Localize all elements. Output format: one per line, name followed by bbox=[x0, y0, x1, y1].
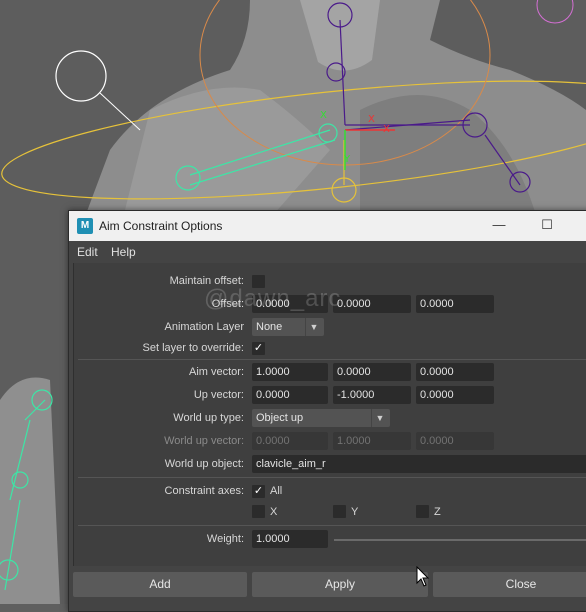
divider bbox=[78, 477, 586, 478]
offset-z-field[interactable]: 0.0000 bbox=[416, 295, 494, 313]
world-up-type-label: World up type: bbox=[173, 412, 244, 424]
maya-app-icon: M bbox=[77, 218, 93, 234]
constraint-axes-x-label: X bbox=[270, 506, 278, 518]
aim-vector-z-field[interactable]: 0.0000 bbox=[416, 363, 494, 381]
aim-vector-label: Aim vector: bbox=[188, 366, 244, 378]
world-up-vector-label: World up vector: bbox=[164, 435, 244, 447]
animation-layer-label: Animation Layer bbox=[164, 321, 245, 333]
world-up-type-dropdown[interactable]: Object up ▼ bbox=[252, 409, 390, 427]
chevron-down-icon: ▼ bbox=[371, 409, 388, 427]
up-vector-x-field[interactable]: 0.0000 bbox=[252, 386, 328, 404]
world-up-vector-x-field: 0.0000 bbox=[252, 432, 328, 450]
constraint-axes-all-checkbox[interactable]: ✓ bbox=[252, 485, 265, 498]
constraint-axes-all-label: All bbox=[270, 485, 283, 497]
animation-layer-value: None bbox=[256, 321, 283, 333]
weight-label: Weight: bbox=[206, 533, 244, 545]
aim-vector-y-field[interactable]: 0.0000 bbox=[333, 363, 411, 381]
set-layer-override-label: Set layer to override: bbox=[142, 342, 245, 354]
svg-text:X: X bbox=[368, 114, 375, 125]
constraint-axes-label: Constraint axes: bbox=[164, 485, 244, 497]
constraint-axes-z-label: Z bbox=[434, 506, 441, 518]
svg-text:Y: Y bbox=[343, 154, 351, 165]
constraint-axes-y-checkbox[interactable] bbox=[333, 505, 346, 518]
world-up-object-label: World up object: bbox=[164, 458, 244, 470]
svg-text:X: X bbox=[320, 110, 327, 121]
title-bar[interactable]: M Aim Constraint Options — ☐ bbox=[69, 211, 586, 241]
weight-slider-track[interactable] bbox=[334, 539, 586, 541]
weight-field[interactable]: 1.0000 bbox=[252, 530, 328, 548]
divider bbox=[78, 359, 586, 360]
up-vector-label: Up vector: bbox=[193, 389, 244, 401]
offset-y-field[interactable]: 0.0000 bbox=[333, 295, 411, 313]
add-button[interactable]: Add bbox=[73, 572, 247, 597]
options-panel: Maintain offset: Offset: 0.0000 0.0000 0… bbox=[73, 263, 586, 566]
constraint-axes-x-checkbox[interactable] bbox=[252, 505, 265, 518]
watermark-text: @dawn_arc bbox=[204, 285, 342, 312]
svg-text:X: X bbox=[383, 124, 390, 135]
aim-vector-x-field[interactable]: 1.0000 bbox=[252, 363, 328, 381]
mouse-cursor-icon bbox=[416, 566, 430, 587]
world-up-vector-y-field: 1.0000 bbox=[333, 432, 411, 450]
menu-bar: Edit Help bbox=[69, 241, 586, 263]
world-up-type-value: Object up bbox=[256, 412, 304, 424]
menu-help[interactable]: Help bbox=[111, 245, 136, 259]
menu-edit[interactable]: Edit bbox=[77, 245, 98, 259]
character-left-arm bbox=[0, 377, 60, 604]
set-layer-override-checkbox[interactable]: ✓ bbox=[252, 342, 265, 355]
constraint-axes-z-checkbox[interactable] bbox=[416, 505, 429, 518]
aim-constraint-options-dialog: M Aim Constraint Options — ☐ Edit Help M… bbox=[68, 210, 586, 612]
animation-layer-dropdown[interactable]: None ▼ bbox=[252, 318, 324, 336]
dialog-title: Aim Constraint Options bbox=[99, 219, 223, 233]
apply-button[interactable]: Apply bbox=[252, 572, 428, 597]
up-vector-z-field[interactable]: 0.0000 bbox=[416, 386, 494, 404]
divider bbox=[78, 525, 586, 526]
world-up-object-field[interactable]: clavicle_aim_r bbox=[252, 455, 586, 473]
up-vector-y-field[interactable]: -1.0000 bbox=[333, 386, 411, 404]
maximize-button[interactable]: ☐ bbox=[539, 217, 555, 233]
close-button[interactable]: Close bbox=[433, 572, 586, 597]
minimize-button[interactable]: — bbox=[491, 217, 507, 233]
constraint-axes-y-label: Y bbox=[351, 506, 359, 518]
chevron-down-icon: ▼ bbox=[305, 318, 322, 336]
world-up-vector-z-field: 0.0000 bbox=[416, 432, 494, 450]
